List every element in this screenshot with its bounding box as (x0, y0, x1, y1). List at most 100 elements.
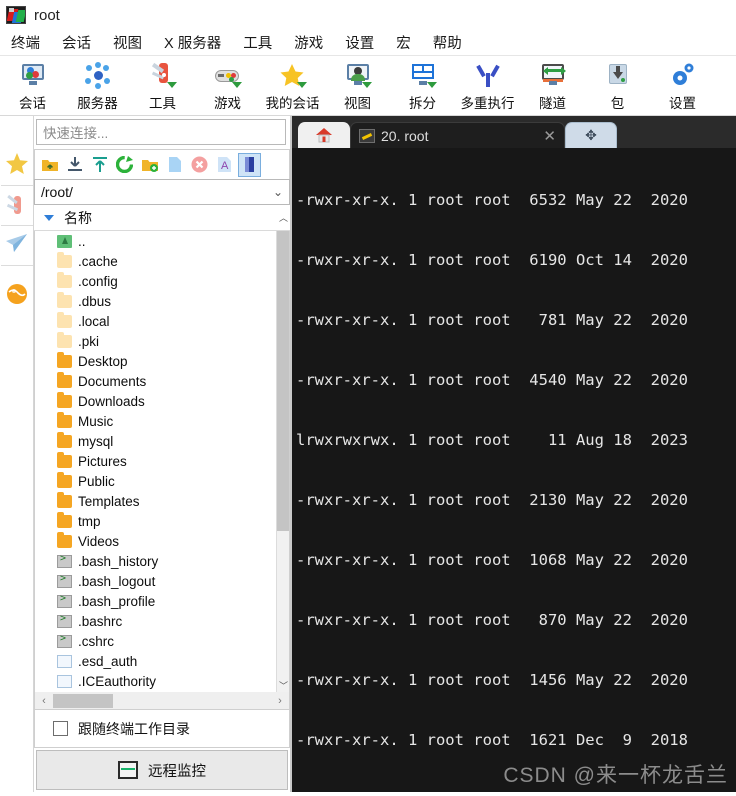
chevron-down-icon[interactable]: ⌄ (273, 185, 283, 199)
sftp-path-bar[interactable]: /root/ ⌄ (34, 179, 290, 205)
list-item[interactable]: Documents (35, 371, 289, 391)
quick-connect-input[interactable]: 快速连接... (36, 119, 286, 145)
menu-macros[interactable]: 宏 (385, 30, 422, 55)
file-list[interactable]: .. .cache .config .dbus .local .pki Desk… (34, 231, 290, 692)
toggle-hidden-files-icon[interactable] (238, 152, 261, 177)
terminal-line: -rwxr-xr-x. 1 root root 6190 Oct 14 2020 (296, 251, 698, 269)
list-item[interactable]: .. (35, 231, 289, 251)
file-name: .cache (78, 253, 118, 269)
menu-tools[interactable]: 工具 (232, 30, 283, 55)
toolbar-servers[interactable]: 服务器 (65, 60, 130, 112)
star-favorites-icon (5, 152, 29, 180)
delete-icon[interactable] (188, 153, 211, 177)
toolbar-multiexec[interactable]: 多重执行 (455, 60, 520, 112)
scroll-left-button[interactable]: ‹ (35, 695, 53, 707)
scroll-down-button[interactable]: ﹀ (277, 678, 289, 692)
rail-sessions[interactable] (0, 226, 33, 266)
terminal-side: 20. root ✕ ✥ -rwxr-xr-x. 1 root root 653… (292, 116, 736, 792)
folder-icon (57, 371, 72, 388)
parent-folder-icon (57, 234, 72, 248)
list-item[interactable]: .dbus (35, 291, 289, 311)
upload-icon[interactable] (88, 153, 111, 177)
follow-terminal-folder-row[interactable]: 跟随终端工作目录 (34, 710, 290, 748)
file-list-scrollbar[interactable]: ﹀ (276, 231, 289, 692)
list-item[interactable]: .bash_history (35, 551, 289, 571)
tab-session-20-root[interactable]: 20. root ✕ (350, 122, 565, 148)
toolbar-tools[interactable]: 工具 (130, 60, 195, 112)
remote-monitor-button[interactable]: 远程监控 (36, 750, 288, 790)
new-folder-icon[interactable] (138, 153, 161, 177)
list-item[interactable]: .bashrc (35, 611, 289, 631)
new-file-icon[interactable] (163, 153, 186, 177)
toolbar-session[interactable]: 会话 (0, 60, 65, 112)
list-item[interactable]: .esd_auth (35, 651, 289, 671)
rail-favorites[interactable] (0, 146, 33, 186)
view-user-screen-icon (343, 62, 373, 90)
menu-terminal[interactable]: 终端 (0, 30, 51, 55)
toolbar-packages[interactable]: 包 (585, 60, 650, 112)
list-item[interactable]: Pictures (35, 451, 289, 471)
file-column-header[interactable]: 名称 ︿ (34, 205, 290, 231)
terminal-line: -rwxr-xr-x. 1 root root 781 May 22 2020 (296, 311, 698, 329)
window-title: root (34, 6, 60, 24)
menu-view[interactable]: 视图 (102, 30, 153, 55)
list-item[interactable]: .cshrc (35, 631, 289, 651)
tools-knife-icon (148, 62, 178, 90)
file-list-horizontal-scrollbar[interactable]: ‹ › (34, 692, 290, 710)
list-item[interactable]: .bash_profile (35, 591, 289, 611)
terminal-output[interactable]: -rwxr-xr-x. 1 root root 6532 May 22 2020… (292, 148, 736, 792)
menu-games[interactable]: 游戏 (283, 30, 334, 55)
toolbar-view[interactable]: 视图 (325, 60, 390, 112)
list-item[interactable]: Music (35, 411, 289, 431)
scrollbar-thumb[interactable] (277, 231, 289, 531)
scroll-right-button[interactable]: › (271, 695, 289, 707)
list-item[interactable]: .cache (35, 251, 289, 271)
download-icon[interactable] (63, 153, 86, 177)
list-item[interactable]: .bash_logout (35, 571, 289, 591)
list-item[interactable]: Downloads (35, 391, 289, 411)
parent-folder-icon[interactable] (38, 153, 61, 177)
new-tab-button[interactable]: ✥ (565, 122, 617, 148)
sftp-toolbar: A (34, 149, 290, 179)
file-name: .esd_auth (78, 653, 138, 669)
file-name: Desktop (78, 353, 128, 369)
toolbar-split[interactable]: 拆分 (390, 60, 455, 112)
menu-sessions[interactable]: 会话 (51, 30, 102, 55)
scroll-up-button[interactable]: ︿ (277, 210, 290, 224)
list-item[interactable]: Videos (35, 531, 289, 551)
tab-label: 20. root (381, 127, 429, 144)
folder-icon (57, 451, 72, 468)
rail-tools[interactable] (0, 186, 33, 226)
menu-settings[interactable]: 设置 (334, 30, 385, 55)
list-item[interactable]: tmp (35, 511, 289, 531)
list-item[interactable]: .ICEauthority (35, 671, 289, 691)
globe-icon[interactable] (5, 282, 29, 306)
list-item[interactable]: mysql (35, 431, 289, 451)
file-name: .cshrc (78, 633, 115, 649)
list-item[interactable]: .local (35, 311, 289, 331)
toolbar-my-sessions[interactable]: 我的会话 (260, 60, 325, 112)
list-item[interactable]: .config (35, 271, 289, 291)
menu-xserver[interactable]: X 服务器 (153, 30, 232, 55)
file-name: .bash_history (78, 553, 159, 569)
text-edit-icon[interactable]: A (213, 153, 236, 177)
tab-home[interactable] (298, 122, 350, 148)
file-name: Videos (78, 533, 120, 549)
menu-help[interactable]: 帮助 (422, 30, 473, 55)
list-item[interactable]: .pki (35, 331, 289, 351)
list-item[interactable]: Desktop (35, 351, 289, 371)
toolbar-servers-label: 服务器 (77, 96, 118, 111)
follow-terminal-checkbox[interactable] (53, 721, 68, 736)
list-item[interactable]: Templates (35, 491, 289, 511)
h-scrollbar-thumb[interactable] (53, 693, 113, 708)
toolbar-games[interactable]: 游戏 (195, 60, 260, 112)
close-icon[interactable]: ✕ (529, 127, 556, 145)
tunneling-arrows-icon (538, 62, 568, 90)
folder-icon (57, 491, 72, 508)
list-item[interactable]: Public (35, 471, 289, 491)
toolbar-tunneling[interactable]: 隧道 (520, 60, 585, 112)
toolbar-settings[interactable]: 设置 (650, 60, 715, 112)
sftp-path-value: /root/ (41, 184, 73, 200)
refresh-icon[interactable] (113, 153, 136, 177)
script-file-icon (57, 633, 72, 648)
